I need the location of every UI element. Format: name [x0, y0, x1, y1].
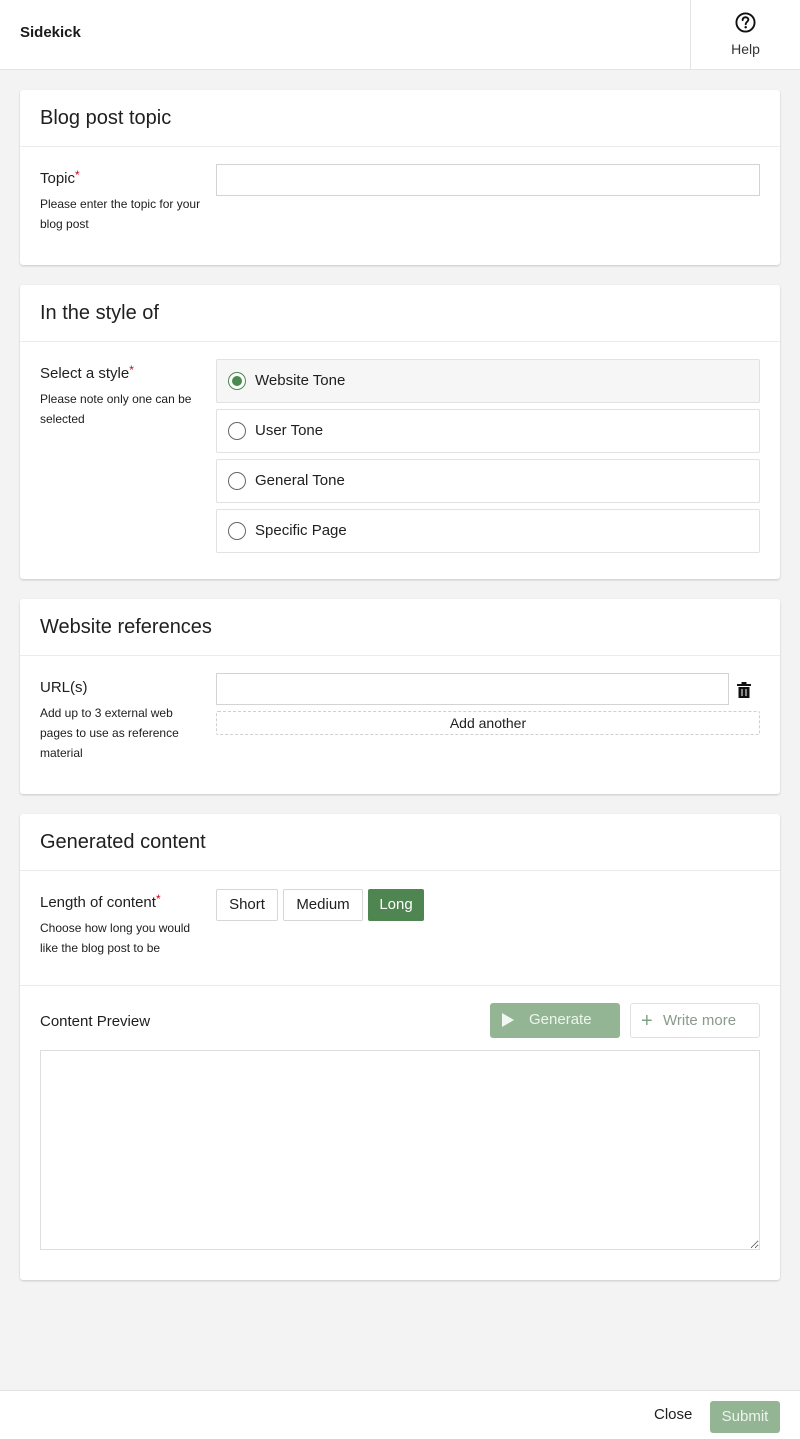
topic-card: Blog post topic Topic* Please enter the …	[20, 90, 780, 265]
style-option-specific-page[interactable]: Specific Page	[216, 509, 760, 553]
top-bar: Sidekick Help	[0, 0, 800, 70]
topic-label-text: Topic	[40, 170, 76, 187]
generated-card: Generated content Length of content* Cho…	[20, 814, 780, 1280]
trash-icon[interactable]	[736, 681, 752, 699]
write-more-label: Write more	[663, 1012, 737, 1029]
references-card: Website references URL(s) Add up to 3 ex…	[20, 599, 780, 794]
topic-section-title: Blog post topic	[40, 107, 172, 129]
urls-help: Add up to 3 external web pages to use as…	[40, 706, 179, 760]
style-option-general-tone[interactable]: General Tone	[216, 459, 760, 503]
style-label: Select a style*	[40, 363, 134, 382]
close-button[interactable]: Close	[654, 1406, 692, 1423]
length-help: Choose how long you would like the blog …	[40, 921, 191, 955]
length-label-text: Length of content	[40, 894, 156, 911]
generate-button[interactable]: Generate	[490, 1003, 620, 1038]
style-section-title: In the style of	[40, 302, 159, 324]
radio-button[interactable]	[228, 422, 246, 440]
play-icon	[502, 1013, 514, 1027]
divider	[20, 985, 780, 986]
content-preview-textarea[interactable]	[40, 1050, 760, 1250]
length-medium-button[interactable]: Medium	[283, 889, 363, 921]
required-marker: *	[155, 892, 161, 906]
radio-label: Website Tone	[255, 372, 346, 389]
plus-icon: +	[641, 1010, 653, 1032]
urls-label: URL(s)	[40, 679, 88, 696]
radio-label: Specific Page	[255, 522, 347, 539]
help-label: Help	[731, 41, 760, 57]
radio-label: General Tone	[255, 472, 345, 489]
app-title: Sidekick	[20, 24, 81, 41]
topic-label: Topic*	[40, 168, 80, 187]
radio-label: User Tone	[255, 422, 324, 439]
question-circle-icon	[735, 12, 756, 33]
generated-section-title: Generated content	[40, 831, 206, 853]
style-option-website-tone[interactable]: Website Tone	[216, 359, 760, 403]
references-section-title: Website references	[40, 616, 212, 638]
add-another-button[interactable]: Add another	[216, 711, 760, 735]
required-marker: *	[75, 168, 80, 182]
style-card: In the style of Select a style* Please n…	[20, 285, 780, 579]
length-short-button[interactable]: Short	[216, 889, 278, 921]
generate-label: Generate	[529, 1011, 592, 1028]
required-marker: *	[129, 363, 134, 377]
radio-button[interactable]	[228, 472, 246, 490]
style-option-user-tone[interactable]: User Tone	[216, 409, 760, 453]
style-help: Please note only one can be selected	[40, 392, 192, 426]
help-button[interactable]: Help	[690, 0, 800, 69]
submit-button[interactable]: Submit	[710, 1401, 780, 1433]
topic-help: Please enter the topic for your blog pos…	[40, 197, 201, 231]
footer-bar: Close Submit	[0, 1390, 800, 1439]
write-more-button[interactable]: + Write more	[630, 1003, 760, 1038]
length-label: Length of content*	[40, 892, 161, 911]
url-input[interactable]	[216, 673, 729, 705]
topic-input[interactable]	[216, 164, 760, 196]
radio-button[interactable]	[228, 372, 246, 390]
length-long-button[interactable]: Long	[368, 889, 424, 921]
content-preview-label: Content Preview	[40, 1013, 151, 1030]
radio-button[interactable]	[228, 522, 246, 540]
style-label-text: Select a style	[40, 365, 130, 382]
